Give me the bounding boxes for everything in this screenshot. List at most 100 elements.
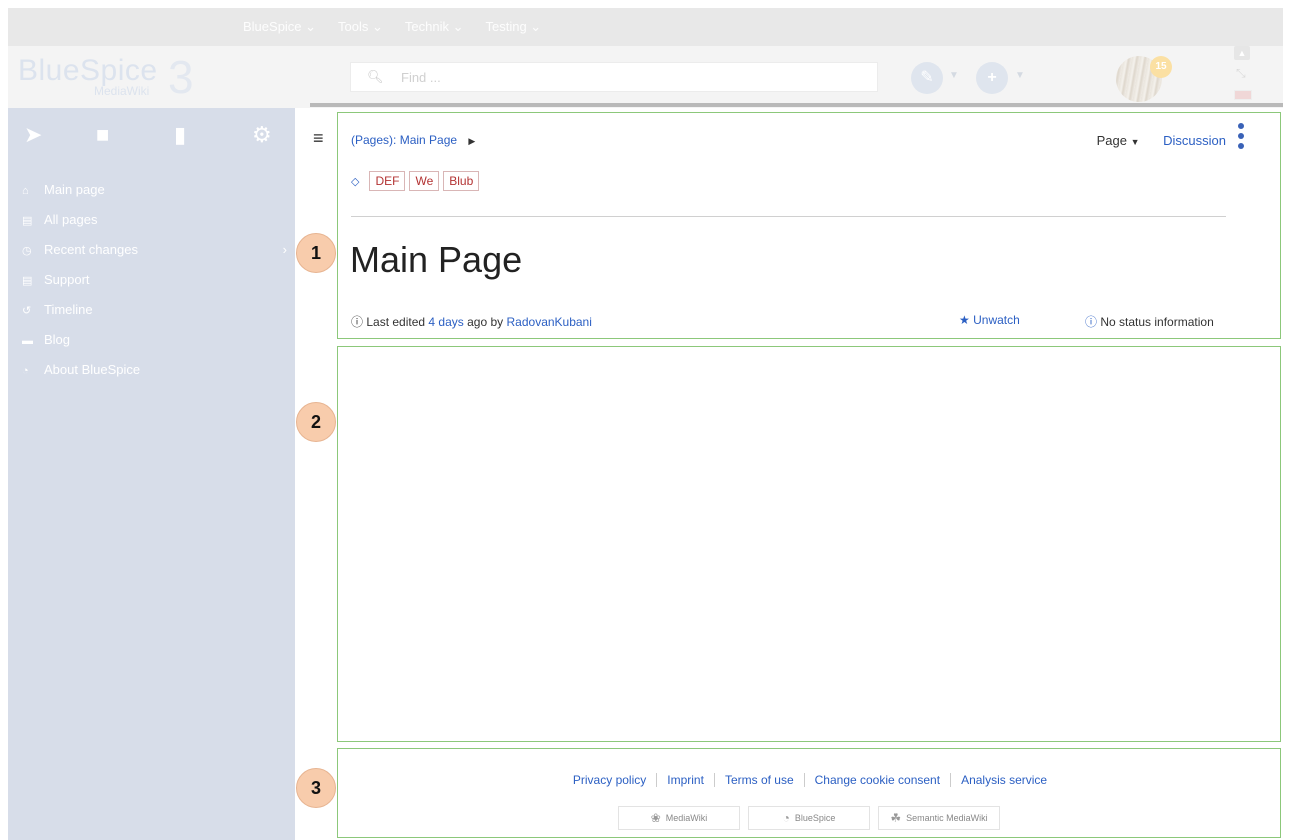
footer-link-privacy[interactable]: Privacy policy: [563, 773, 656, 787]
pages-icon: ▤: [22, 215, 33, 227]
plus-icon: +: [987, 69, 997, 86]
callout-3: 3: [296, 768, 336, 808]
bluespice-icon: ◔: [782, 811, 790, 825]
sidebar-item-blog[interactable]: ▬ Blog: [22, 332, 287, 362]
caret-down-icon: ▼: [1130, 137, 1140, 147]
navigation-icon[interactable]: ➤: [24, 122, 42, 148]
footer-links: Privacy policy Imprint Terms of use Change …: [338, 773, 1282, 787]
top-menu-bluespice[interactable]: BlueSpice ⌄: [243, 19, 316, 35]
search-placeholder: Find ...: [401, 70, 441, 85]
page-actions: Page ▼ Discussion: [1097, 133, 1226, 148]
clipboard-icon[interactable]: ▮: [174, 122, 186, 148]
unwatch-button[interactable]: ★ Unwatch: [959, 313, 1020, 327]
last-edited-info: ⓘ Last edited 4 days ago by RadovanKuban…: [351, 313, 592, 330]
sidebar-item-label: Timeline: [44, 302, 93, 317]
footer-link-terms[interactable]: Terms of use: [713, 773, 804, 787]
breadcrumb-arrow-icon[interactable]: ▶: [468, 136, 475, 146]
tag-blub[interactable]: Blub: [443, 171, 480, 191]
logo-version: 3: [168, 51, 194, 103]
sidebar-item-label: Blog: [44, 332, 71, 347]
revision-time-link[interactable]: 4 days: [428, 315, 463, 329]
history-icon: ↺: [22, 305, 32, 317]
bluespice-logo[interactable]: BlueSpice MediaWiki 3: [18, 51, 213, 103]
collapse-icon[interactable]: ▲: [1234, 46, 1250, 60]
footer-link-cookie-consent[interactable]: Change cookie consent: [803, 773, 951, 787]
book-icon[interactable]: ■: [96, 122, 109, 148]
author-link[interactable]: RadovanKubani: [507, 315, 592, 329]
star-icon: ★: [959, 313, 970, 327]
callout-1: 1: [296, 233, 336, 273]
page-status: ⓘ No status information: [1085, 313, 1214, 330]
sidebar-item-label: Recent changes: [44, 242, 138, 257]
header-divider: [310, 103, 1283, 107]
breadcrumb: (Pages): Main Page ▶: [351, 133, 475, 147]
blog-icon: ▬: [22, 335, 33, 347]
edit-dropdown-caret[interactable]: ▼: [949, 70, 959, 81]
semantic-mediawiki-icon: ☘: [890, 811, 902, 825]
footer-link-imprint[interactable]: Imprint: [656, 773, 714, 787]
fullscreen-icon[interactable]: ⤡: [1236, 66, 1246, 81]
sidebar-item-about-bluespice[interactable]: ◔ About BlueSpice: [22, 362, 287, 392]
clock-icon: ◷: [22, 245, 32, 257]
sidebar-item-label: Support: [44, 272, 90, 287]
top-menu-technik[interactable]: Technik ⌄: [405, 19, 464, 35]
mediawiki-badge[interactable]: ❀ MediaWiki: [618, 806, 740, 830]
page-content-region: [337, 346, 1281, 742]
search-icon: 🔍︎: [367, 69, 384, 84]
header-right-tools: ▲ ⤡: [1230, 46, 1260, 108]
meta-mid: ago by: [467, 315, 504, 329]
page-title: Main Page: [350, 239, 523, 280]
add-dropdown-caret[interactable]: ▼: [1015, 70, 1025, 81]
page-dropdown[interactable]: Page ▼: [1097, 133, 1140, 148]
sidebar-item-label: Main page: [44, 182, 105, 197]
add-button[interactable]: +: [976, 62, 1008, 94]
sidebar: ➤ ■ ▮ ⚙ ⌂ Main page ▤ All pages ◷ Recent ch…: [8, 108, 295, 840]
info-icon: ⓘ: [351, 315, 364, 329]
sidebar-item-timeline[interactable]: ↺ Timeline: [22, 302, 287, 332]
document-icon: ▤: [22, 275, 33, 287]
sidebar-navigation: ⌂ Main page ▤ All pages ◷ Recent changes › ▤…: [22, 182, 287, 392]
discussion-link[interactable]: Discussion: [1163, 133, 1226, 148]
page-dropdown-label: Page: [1096, 133, 1127, 148]
mediawiki-icon: ❀: [650, 811, 661, 825]
sidebar-item-main-page[interactable]: ⌂ Main page: [22, 182, 287, 212]
breadcrumb-page[interactable]: Main Page: [400, 133, 457, 147]
callout-2: 2: [296, 402, 336, 442]
top-navigation-bar: BlueSpice ⌄ Tools ⌄ Technik ⌄ Testing ⌄: [8, 8, 1283, 46]
footer-link-analysis[interactable]: Analysis service: [950, 773, 1058, 787]
language-flag-icon[interactable]: [1234, 90, 1252, 100]
edit-button[interactable]: ✎: [911, 62, 943, 94]
sidebar-tool-tabs: ➤ ■ ▮ ⚙: [8, 122, 295, 152]
sidebar-item-all-pages[interactable]: ▤ All pages: [22, 212, 287, 242]
header-divider-line: [351, 216, 1226, 217]
bluespice-badge[interactable]: ◔ BlueSpice: [748, 806, 870, 830]
tag-def[interactable]: DEF: [369, 171, 406, 191]
sidebar-item-label: About BlueSpice: [44, 362, 141, 377]
pencil-icon: ✎: [920, 69, 934, 86]
header: BlueSpice MediaWiki 3 🔍︎ Find ... ✎ ▼ + …: [8, 46, 1283, 108]
meta-prefix: Last edited: [366, 315, 426, 329]
tag-icon: ◇: [351, 175, 360, 188]
gear-icon[interactable]: ⚙: [252, 122, 272, 148]
page-header-region: (Pages): Main Page ▶ Page ▼ Discussion ◇…: [337, 112, 1281, 339]
unwatch-label: Unwatch: [973, 313, 1020, 327]
more-options-icon[interactable]: [1238, 123, 1244, 153]
chevron-right-icon[interactable]: ›: [283, 242, 287, 257]
search-input[interactable]: 🔍︎ Find ...: [350, 62, 878, 92]
notification-badge[interactable]: 15: [1150, 56, 1172, 78]
semantic-mediawiki-badge[interactable]: ☘ Semantic MediaWiki: [878, 806, 1000, 830]
top-menu-tools[interactable]: Tools ⌄: [338, 19, 383, 35]
powered-by-badges: ❀ MediaWiki ◔ BlueSpice ☘ Semantic MediaWik…: [618, 806, 1000, 830]
tag-we[interactable]: We: [409, 171, 440, 191]
sidebar-item-recent-changes[interactable]: ◷ Recent changes ›: [22, 242, 287, 272]
logo-subtitle: MediaWiki: [94, 84, 150, 98]
logo-brand: BlueSpice: [18, 54, 158, 87]
hamburger-menu-icon[interactable]: ≡: [313, 129, 324, 147]
breadcrumb-namespace[interactable]: (Pages):: [351, 133, 396, 147]
status-info-icon: ⓘ: [1085, 315, 1098, 329]
status-label: No status information: [1100, 315, 1214, 329]
top-menu-testing[interactable]: Testing ⌄: [486, 19, 542, 35]
sidebar-item-support[interactable]: ▤ Support: [22, 272, 287, 302]
top-menu: BlueSpice ⌄ Tools ⌄ Technik ⌄ Testing ⌄: [243, 19, 541, 35]
info-icon: ◔: [22, 365, 29, 377]
